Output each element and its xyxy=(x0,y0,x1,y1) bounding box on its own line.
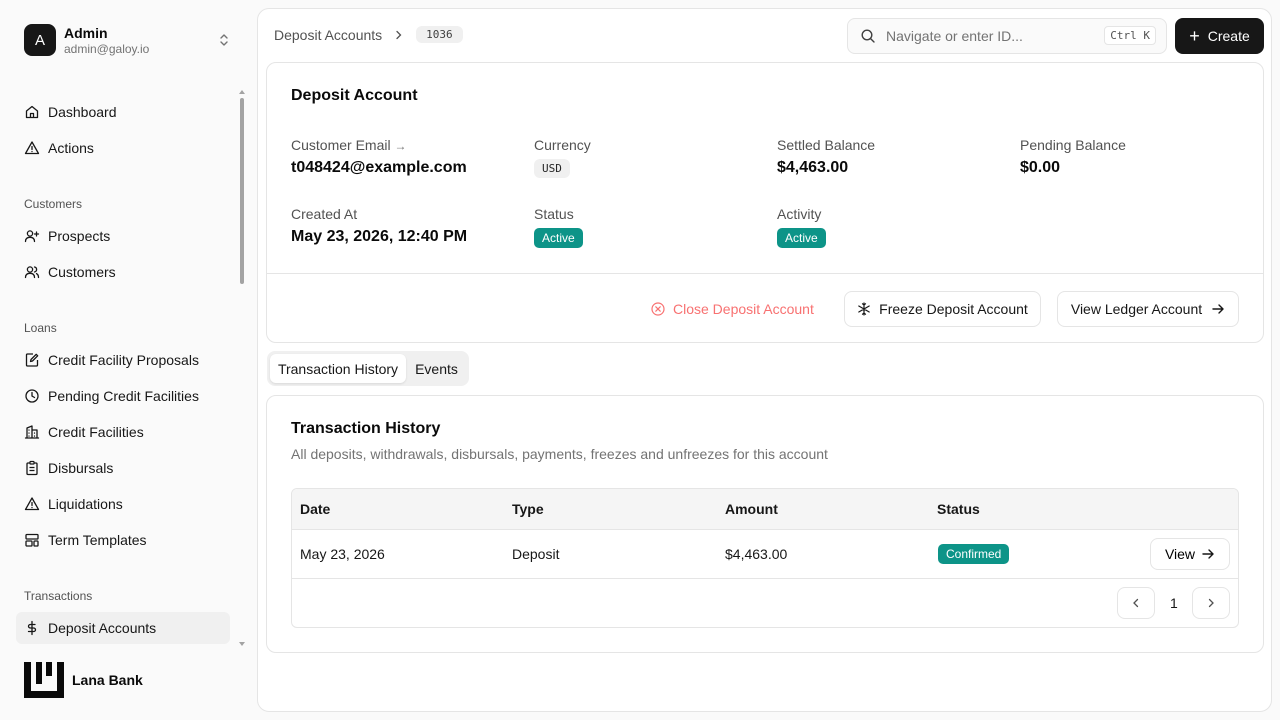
search-icon xyxy=(861,29,875,43)
status-badge: Confirmed xyxy=(938,544,1010,564)
deposit-account-card: Deposit Account Customer Email → t048424… xyxy=(266,62,1264,343)
sidebar-item-dashboard[interactable]: Dashboard xyxy=(16,96,230,128)
home-icon xyxy=(24,104,40,120)
sidebar-item-deposit-accounts[interactable]: Deposit Accounts xyxy=(16,612,230,644)
avatar: A xyxy=(24,24,56,56)
user-email: admin@galoy.io xyxy=(64,41,150,56)
alert-triangle-icon xyxy=(24,140,40,156)
transactions-table: Date Type Amount Status May 23, 2026 Dep… xyxy=(291,488,1239,628)
column-header-date: Date xyxy=(300,501,331,517)
sidebar-item-pending-credit-facilities[interactable]: Pending Credit Facilities xyxy=(16,380,230,412)
field-created-at: Created At May 23, 2026, 12:40 PM xyxy=(291,206,468,245)
user-name: Admin xyxy=(64,24,108,41)
plus-icon: + xyxy=(1189,26,1200,46)
chevron-left-icon xyxy=(1133,598,1139,608)
x-circle-icon xyxy=(651,302,665,316)
lana-bank-logo-icon xyxy=(24,662,64,698)
main-panel: Deposit Accounts 1036 Navigate or enter … xyxy=(257,8,1272,712)
created-at-value: May 23, 2026, 12:40 PM xyxy=(291,228,468,245)
close-deposit-account-button[interactable]: Close Deposit Account xyxy=(651,291,814,327)
breadcrumb-current-id: 1036 xyxy=(416,26,463,43)
field-activity: Activity Active xyxy=(777,206,826,248)
sidebar: A Admin admin@galoy.io Dashboard Actions… xyxy=(0,0,256,720)
table-header: Date Type Amount Status xyxy=(292,489,1238,530)
scroll-up-icon[interactable] xyxy=(239,90,245,94)
sidebar-item-liquidations[interactable]: Liquidations xyxy=(16,488,230,520)
currency-badge: USD xyxy=(534,159,570,178)
field-customer-email: Customer Email → t048424@example.com xyxy=(291,137,467,177)
topbar: Deposit Accounts 1036 Navigate or enter … xyxy=(258,9,1271,63)
dollar-sign-icon xyxy=(24,620,40,636)
table-row[interactable]: May 23, 2026 Deposit $4,463.00 Confirmed… xyxy=(292,530,1238,579)
user-plus-icon xyxy=(24,228,40,244)
view-transaction-button[interactable]: View xyxy=(1150,538,1230,570)
layout-template-icon xyxy=(24,532,40,548)
sidebar-item-term-templates[interactable]: Term Templates xyxy=(16,524,230,556)
brand-name: Lana Bank xyxy=(72,672,143,688)
customer-email-value: t048424@example.com xyxy=(291,159,467,176)
freeze-deposit-account-button[interactable]: Freeze Deposit Account xyxy=(844,291,1041,327)
field-pending-balance: Pending Balance $0.00 xyxy=(1020,137,1126,176)
field-currency: Currency USD xyxy=(534,137,591,178)
clock-icon xyxy=(24,388,40,404)
chevrons-up-down-icon xyxy=(220,34,228,46)
pagination-prev-button[interactable] xyxy=(1117,587,1155,619)
sidebar-item-actions[interactable]: Actions xyxy=(16,132,230,164)
sidebar-item-credit-facilities[interactable]: Credit Facilities xyxy=(16,416,230,448)
scrollbar-thumb[interactable] xyxy=(240,98,244,284)
search-placeholder: Navigate or enter ID... xyxy=(886,28,1023,44)
tab-transaction-history[interactable]: Transaction History xyxy=(270,354,406,383)
breadcrumb-parent[interactable]: Deposit Accounts xyxy=(274,27,382,43)
brand: Lana Bank xyxy=(24,662,143,698)
snowflake-icon xyxy=(858,302,870,316)
arrow-right-icon xyxy=(1202,549,1214,559)
sidebar-item-disbursals[interactable]: Disbursals xyxy=(16,452,230,484)
field-settled-balance: Settled Balance $4,463.00 xyxy=(777,137,876,176)
section-title: Transaction History xyxy=(291,420,441,437)
breadcrumb: Deposit Accounts 1036 xyxy=(274,26,463,43)
divider xyxy=(267,273,1263,274)
user-switcher[interactable]: A Admin admin@galoy.io xyxy=(16,16,240,64)
search-input[interactable]: Navigate or enter ID... Ctrl K xyxy=(847,18,1167,54)
pending-balance-value: $0.00 xyxy=(1020,159,1061,176)
scroll-down-icon[interactable] xyxy=(239,642,245,646)
column-header-type: Type xyxy=(512,501,544,517)
view-ledger-account-button[interactable]: View Ledger Account xyxy=(1057,291,1239,327)
building-icon xyxy=(24,424,40,440)
column-header-status: Status xyxy=(937,501,980,517)
users-icon xyxy=(24,264,40,280)
activity-badge: Active xyxy=(777,228,826,248)
tab-events[interactable]: Events xyxy=(407,354,466,383)
customer-email-link[interactable]: Customer Email → xyxy=(291,137,467,153)
column-header-amount: Amount xyxy=(725,501,778,517)
arrow-right-icon: → xyxy=(394,139,407,153)
nav-group-transactions: Transactions xyxy=(24,589,93,603)
transaction-history-card: Transaction History All deposits, withdr… xyxy=(266,395,1264,653)
shortcut-hint: Ctrl K xyxy=(1104,26,1156,45)
tabs: Transaction History Events xyxy=(267,351,469,386)
file-edit-icon xyxy=(24,352,40,368)
cell-type: Deposit xyxy=(512,546,560,562)
card-title: Deposit Account xyxy=(291,87,418,104)
clipboard-icon xyxy=(24,460,40,476)
field-status: Status Active xyxy=(534,206,583,248)
sidebar-item-customers[interactable]: Customers xyxy=(16,256,230,288)
sidebar-scrollbar[interactable] xyxy=(238,90,246,646)
cell-amount: $4,463.00 xyxy=(725,546,788,562)
chevron-right-icon xyxy=(394,27,404,43)
arrow-right-icon xyxy=(1212,304,1224,314)
pagination-page[interactable]: 1 xyxy=(1170,595,1178,611)
section-description: All deposits, withdrawals, disbursals, p… xyxy=(291,446,828,462)
cell-date: May 23, 2026 xyxy=(300,546,385,562)
pagination-next-button[interactable] xyxy=(1192,587,1230,619)
alert-triangle-icon xyxy=(24,496,40,512)
chevron-right-icon xyxy=(1208,598,1214,608)
sidebar-item-credit-facility-proposals[interactable]: Credit Facility Proposals xyxy=(16,344,230,376)
nav-group-loans: Loans xyxy=(24,321,57,335)
create-button[interactable]: + Create xyxy=(1175,18,1264,54)
sidebar-item-prospects[interactable]: Prospects xyxy=(16,220,230,252)
settled-balance-value: $4,463.00 xyxy=(777,159,849,176)
status-badge: Active xyxy=(534,228,583,248)
nav-group-customers: Customers xyxy=(24,197,83,211)
